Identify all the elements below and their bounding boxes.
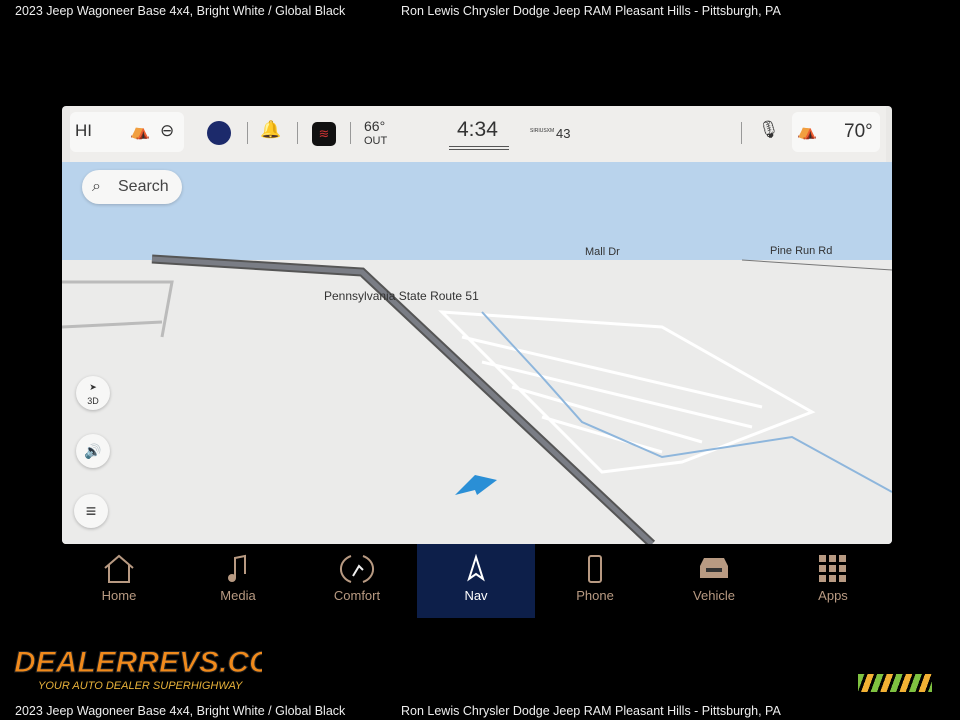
nav-phone[interactable]: Phone	[536, 544, 654, 618]
nav-label: Vehicle	[693, 588, 735, 603]
nav-apps[interactable]: Apps	[774, 544, 892, 618]
navigation-map[interactable]: ⌕ Search Mall Dr Pine Run Rd Pennsylvani…	[62, 162, 892, 544]
clock[interactable]: 4:34	[457, 118, 498, 142]
stripes-logo	[858, 674, 932, 692]
wireless-icon[interactable]: ≋	[312, 122, 336, 146]
phone-icon	[588, 555, 602, 583]
search-label: Search	[118, 178, 169, 195]
nav-vehicle[interactable]: Vehicle	[655, 544, 773, 618]
search-button[interactable]: ⌕ Search	[82, 170, 182, 204]
water-area	[62, 162, 892, 260]
microphone-icon[interactable]: 🎙	[758, 120, 780, 140]
search-icon: ⌕	[92, 178, 101, 195]
divider	[350, 122, 351, 144]
caption-dealer: Ron Lewis Chrysler Dodge Jeep RAM Pleasa…	[401, 704, 781, 718]
divider	[247, 122, 248, 144]
divider	[741, 122, 742, 144]
dealerrevs-watermark-logo: DEALERREVS.COM YOUR AUTO DEALER SUPERHIG…	[12, 626, 299, 696]
seat-icon: ⛺	[797, 123, 817, 140]
status-bar: HI ⛺ ⊖ 🔔 ≋ 66° OUT 4:34 SIRIUSXM 43 🎙 ⛺ …	[70, 106, 886, 162]
heated-seat-icon[interactable]: ⛺	[130, 121, 150, 141]
caption-vehicle: 2023 Jeep Wagoneer Base 4x4, Bright Whit…	[15, 704, 346, 718]
volume-icon[interactable]: 🔊	[76, 434, 110, 468]
infotainment-screen: HI ⛺ ⊖ 🔔 ≋ 66° OUT 4:34 SIRIUSXM 43 🎙 ⛺ …	[62, 106, 892, 544]
apps-grid-icon	[819, 555, 846, 582]
heated-wheel-icon[interactable]: ⊖	[160, 121, 174, 141]
nav-label: Phone	[576, 588, 614, 603]
caption-dealer: Ron Lewis Chrysler Dodge Jeep RAM Pleasa…	[401, 4, 781, 18]
divider	[297, 122, 298, 144]
home-icon	[104, 554, 134, 583]
nav-label: Home	[101, 588, 137, 603]
outside-label: OUT	[364, 135, 388, 147]
street-label: Mall Dr	[585, 246, 620, 258]
svg-text:DEALERREVS.COM: DEALERREVS.COM	[14, 646, 262, 679]
climate-fan-control[interactable]: HI ⛺ ⊖	[70, 112, 184, 152]
radio-channel[interactable]: 43	[556, 126, 570, 141]
fan-speed: HI	[75, 121, 92, 140]
nav-media[interactable]: Media	[179, 544, 297, 618]
cabin-temp: 70°	[844, 121, 873, 142]
street-label: Pine Run Rd	[770, 245, 833, 257]
nav-label: Media	[220, 588, 256, 603]
cabin-temp-control[interactable]: ⛺ 70°	[792, 112, 880, 152]
clock-underline	[449, 146, 509, 150]
vehicle-icon	[700, 558, 728, 578]
nav-label: Comfort	[333, 588, 381, 603]
siriusxm-icon: SIRIUSXM	[530, 128, 555, 134]
caption-top: 2023 Jeep Wagoneer Base 4x4, Bright Whit…	[0, 0, 960, 20]
nav-nav[interactable]: Nav	[417, 544, 535, 618]
view-mode-button[interactable]: ➤ 3D	[76, 376, 110, 410]
outside-temp: 66°	[364, 118, 386, 134]
profile-icon[interactable]	[207, 121, 231, 145]
compass-icon: ➤	[89, 382, 97, 392]
view-mode-label: 3D	[87, 396, 99, 406]
nav-label: Nav	[464, 588, 488, 603]
music-note-icon	[228, 554, 246, 582]
street-label: Pennsylvania State Route 51	[324, 289, 479, 303]
nav-arrow-icon	[467, 554, 485, 582]
caption-vehicle: 2023 Jeep Wagoneer Base 4x4, Bright Whit…	[15, 4, 346, 18]
seat-comfort-icon	[339, 555, 375, 583]
nav-home[interactable]: Home	[60, 544, 178, 618]
nav-comfort[interactable]: Comfort	[298, 544, 416, 618]
menu-icon[interactable]: ≡	[74, 494, 108, 528]
map-canvas[interactable]	[62, 162, 892, 544]
nav-label: Apps	[818, 588, 848, 603]
svg-text:YOUR AUTO DEALER SUPERHIGHWAY: YOUR AUTO DEALER SUPERHIGHWAY	[38, 680, 243, 692]
caption-bottom: 2023 Jeep Wagoneer Base 4x4, Bright Whit…	[0, 700, 960, 720]
bottom-nav-bar: Home Media Comfort Nav Phone Vehicle App…	[60, 544, 900, 618]
notification-bell-icon[interactable]: 🔔	[260, 120, 281, 140]
